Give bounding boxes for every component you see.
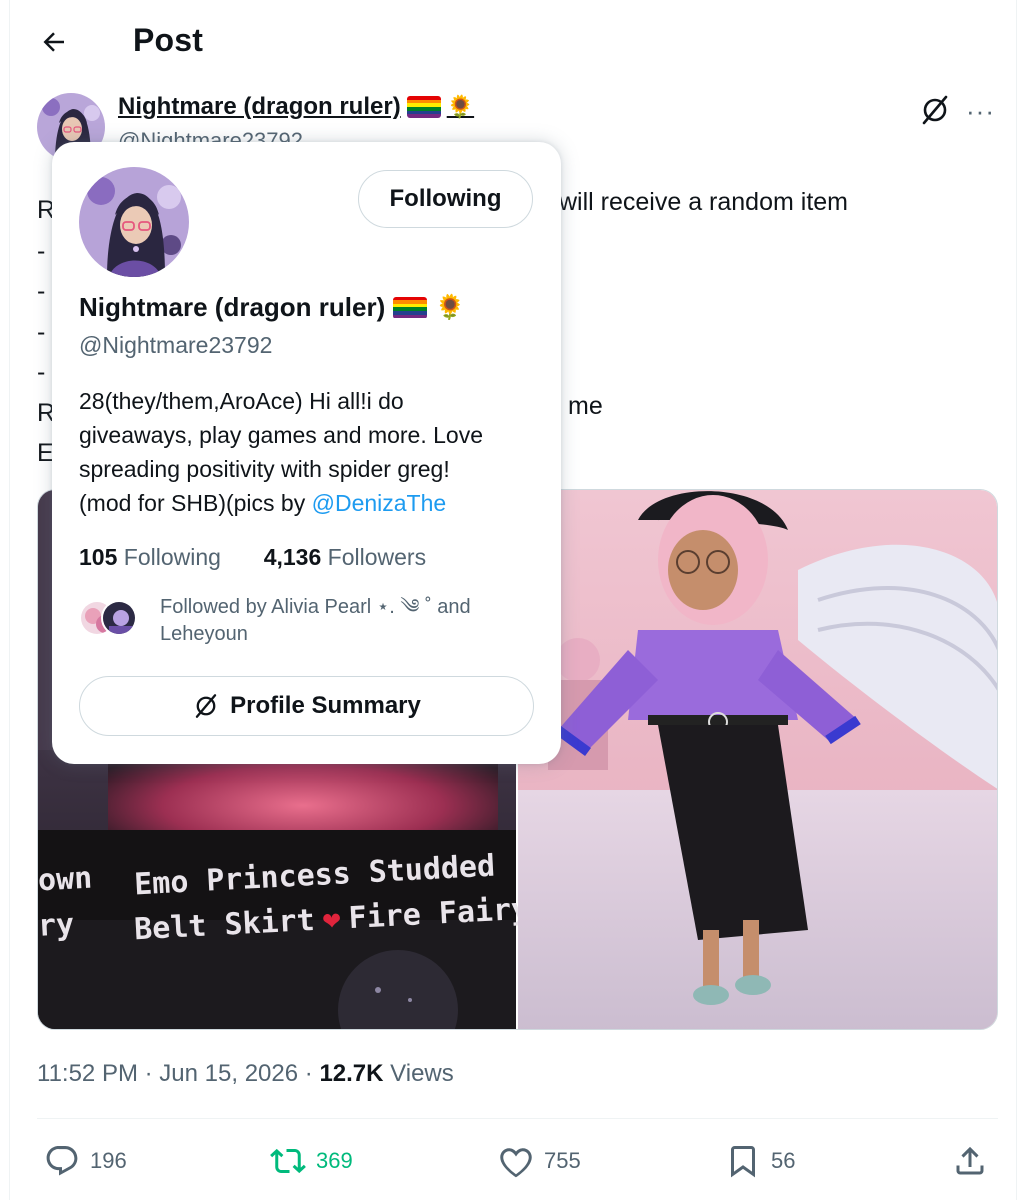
- more-icon[interactable]: ···: [966, 96, 995, 127]
- following-button[interactable]: Following: [358, 170, 533, 228]
- bookmark-button[interactable]: 56: [725, 1143, 795, 1179]
- media-image-right[interactable]: [518, 490, 997, 1029]
- like-icon: [500, 1148, 532, 1178]
- author-name-link[interactable]: Nightmare (dragon ruler) 🌻: [118, 93, 474, 121]
- hover-card-bio: 28(they/them,AroAce) Hi all!i do giveawa…: [79, 388, 483, 516]
- tweet-text-line-6: me: [568, 392, 603, 420]
- reply-button[interactable]: 196: [44, 1143, 127, 1179]
- author-name: Nightmare (dragon ruler): [118, 93, 401, 120]
- back-arrow-icon[interactable]: [36, 24, 72, 60]
- followed-by-text[interactable]: Followed by Alivia Pearl ⋆. ༄ ˚ and Lehe…: [160, 594, 530, 648]
- frame-border-left: [9, 0, 10, 1200]
- bookmark-count: 56: [771, 1148, 796, 1173]
- following-stat[interactable]: 105 Following: [79, 544, 221, 570]
- grok-icon[interactable]: [918, 93, 952, 127]
- bio-mention-link[interactable]: @DenizaThe: [312, 490, 447, 516]
- follow-stats: 105 Following 4,136 Followers: [79, 544, 426, 571]
- profile-hover-card: Following Nightmare (dragon ruler) 🌻 @Ni…: [52, 142, 561, 764]
- hover-card-handle[interactable]: @Nightmare23792: [79, 332, 272, 359]
- bookmark-icon: [731, 1146, 755, 1178]
- reply-count: 196: [90, 1148, 127, 1173]
- views-count: 12.7K: [319, 1060, 384, 1087]
- rainbow-flag-icon: [406, 96, 441, 118]
- hover-card-name[interactable]: Nightmare (dragon ruler) 🌻: [79, 292, 465, 323]
- frame-border-right: [1016, 0, 1017, 1200]
- repost-icon: [270, 1148, 306, 1174]
- sunflower-icon: 🌻: [435, 294, 466, 321]
- divider: [37, 1118, 998, 1119]
- post-time[interactable]: 11:52 PM: [37, 1060, 138, 1087]
- reply-icon: [46, 1146, 78, 1176]
- hover-card-avatar[interactable]: [79, 167, 189, 277]
- repost-count: 369: [316, 1148, 353, 1173]
- share-button[interactable]: [952, 1143, 988, 1179]
- tweet-text-line-1: will receive a random item: [559, 188, 848, 216]
- views-label: Views: [390, 1060, 454, 1087]
- heart-glyph-icon: ❤: [321, 901, 342, 938]
- grok-icon: [195, 694, 217, 718]
- page-title: Post: [133, 22, 204, 58]
- followed-by-avatars: [79, 600, 141, 642]
- media-caption-edge-1: own: [37, 860, 94, 899]
- like-count: 755: [544, 1148, 581, 1173]
- rainbow-flag-icon: [393, 296, 428, 319]
- media-caption-edge-2: ry: [37, 907, 76, 944]
- post-meta: 11:52 PM · Jun 15, 2026 · 12.7K Views: [37, 1060, 454, 1087]
- followers-stat[interactable]: 4,136 Followers: [264, 544, 426, 570]
- avatar: [101, 600, 137, 636]
- share-icon: [956, 1146, 984, 1175]
- profile-summary-button[interactable]: Profile Summary: [79, 676, 534, 736]
- post-date[interactable]: Jun 15, 2026: [159, 1060, 298, 1087]
- repost-button[interactable]: 369: [270, 1143, 353, 1179]
- sunflower-icon: 🌻: [446, 94, 475, 119]
- like-button[interactable]: 755: [498, 1143, 581, 1179]
